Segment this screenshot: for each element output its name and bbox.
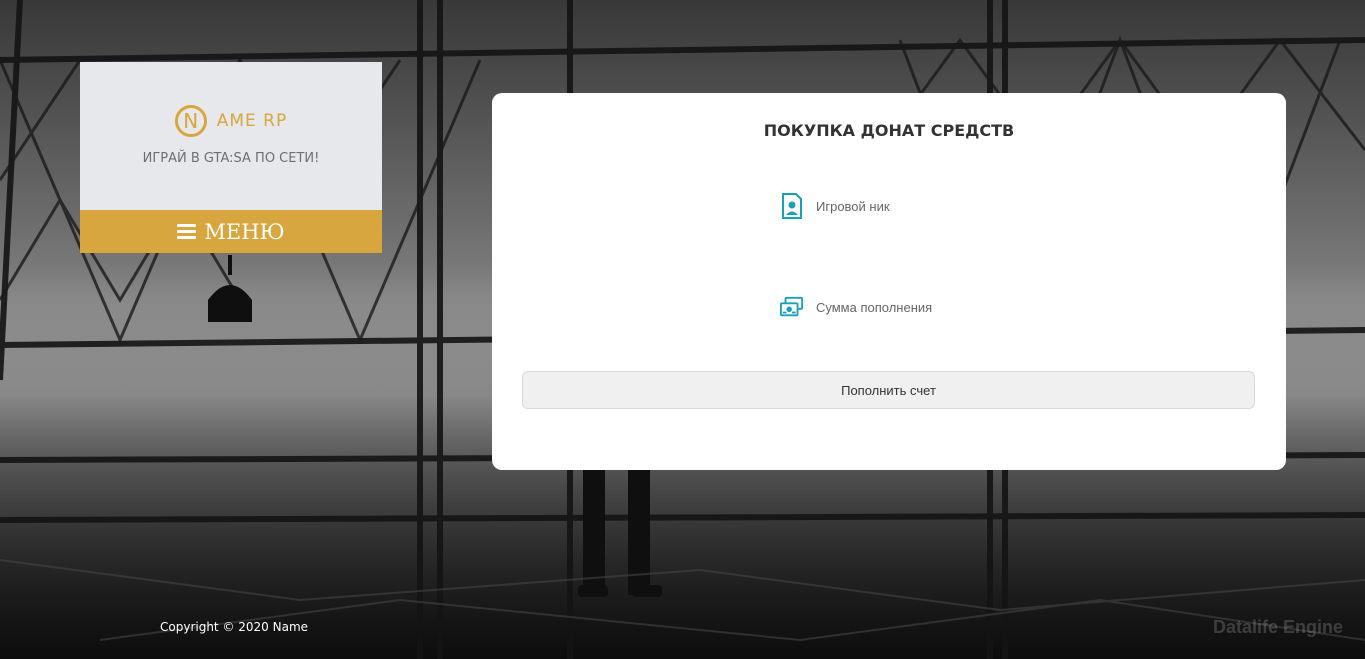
menu-label: МЕНЮ	[204, 219, 285, 244]
donate-form-card: ПОКУПКА ДОНАТ СРЕДСТВ Игровой ник Сумма …	[492, 93, 1286, 470]
logo: N AME RP	[174, 105, 288, 137]
hamburger-icon	[177, 224, 197, 239]
nickname-placeholder: Игровой ник	[816, 198, 890, 214]
nickname-field[interactable]: Игровой ник	[780, 193, 890, 219]
logo-emblem-icon: N	[174, 105, 207, 137]
user-badge-icon	[780, 193, 804, 219]
amount-placeholder: Сумма пополнения	[816, 299, 933, 315]
logo-letter: N	[183, 109, 199, 133]
copyright-text: Copyright © 2020 Name	[160, 620, 309, 634]
logo-name: AME RP	[216, 111, 288, 131]
logo-tagline: ИГРАЙ В GTA:SA ПО СЕТИ!	[142, 151, 320, 166]
money-icon	[780, 294, 804, 320]
logo-panel[interactable]: N AME RP ИГРАЙ В GTA:SA ПО СЕТИ!	[80, 62, 382, 210]
page-title: ПОКУПКА ДОНАТ СРЕДСТВ	[763, 121, 1015, 140]
engine-watermark[interactable]: Datalife Engine	[1213, 617, 1343, 638]
menu-button[interactable]: МЕНЮ	[80, 210, 382, 253]
amount-field[interactable]: Сумма пополнения	[780, 294, 932, 320]
top-up-button[interactable]: Пополнить счет	[522, 371, 1255, 409]
